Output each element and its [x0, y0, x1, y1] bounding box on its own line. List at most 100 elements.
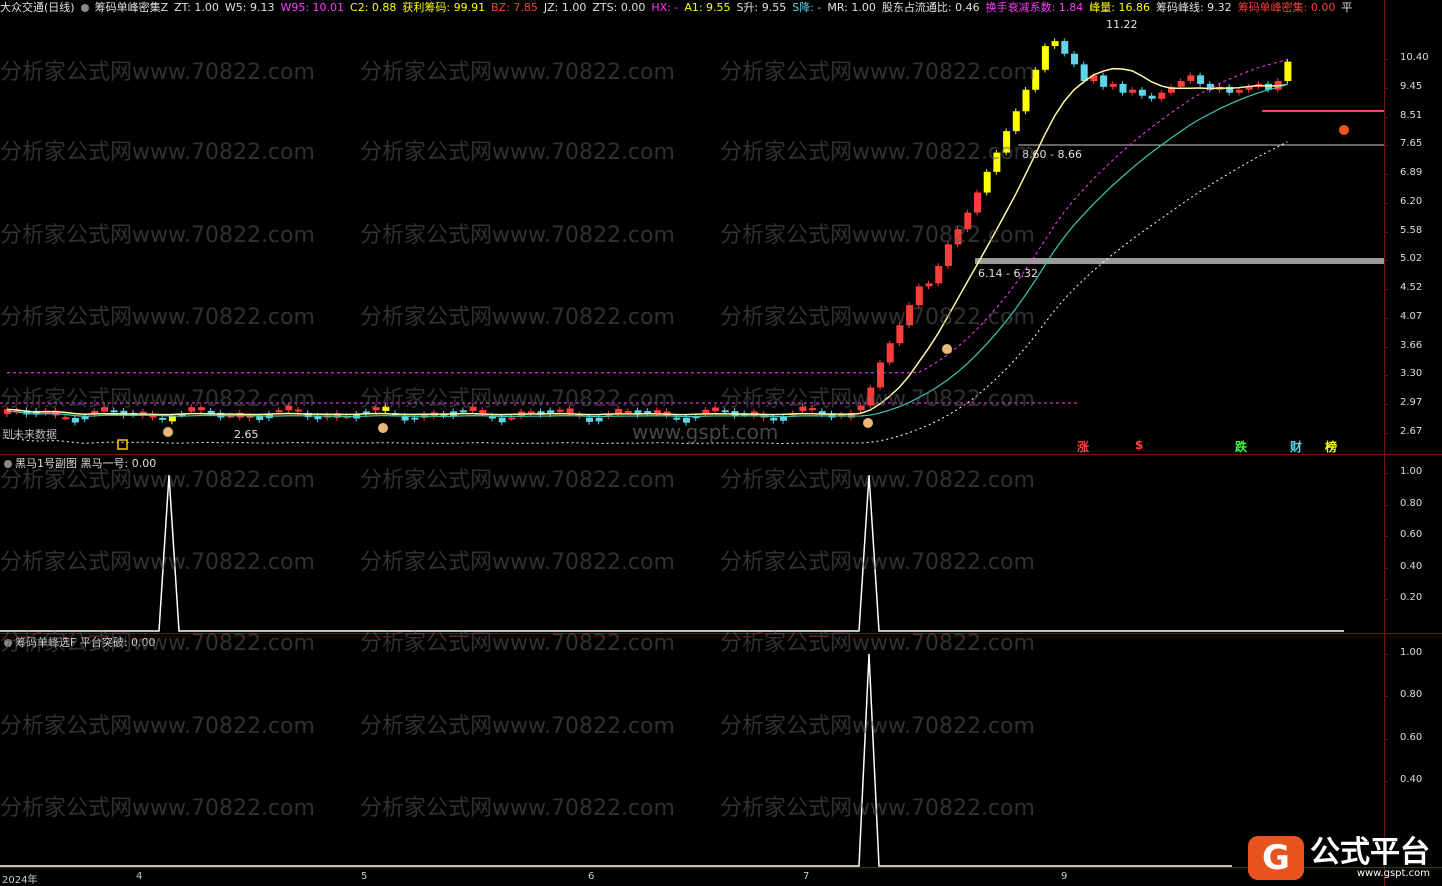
- candle: [964, 212, 972, 230]
- main-axis-tick-3: 7.65: [1400, 138, 1423, 150]
- signal-marker-icon: [378, 423, 388, 433]
- candle: [469, 406, 477, 411]
- time-label-5: 9: [1061, 871, 1068, 882]
- candle: [615, 408, 623, 414]
- main-axis-tick-11: 3.30: [1400, 368, 1423, 380]
- candle: [1197, 75, 1205, 84]
- candle: [295, 409, 302, 412]
- candle: [809, 408, 817, 411]
- sub2-axis-tick-3: 0.40: [1400, 774, 1423, 785]
- candle: [1032, 69, 1040, 90]
- candle: [1100, 75, 1108, 87]
- candle: [974, 192, 981, 213]
- candle: [1041, 46, 1049, 70]
- candle: [71, 417, 79, 423]
- range-mid-band: [975, 258, 1384, 264]
- candlestick-chart[interactable]: [0, 0, 1384, 455]
- lower-band-line: [6, 141, 1288, 445]
- main-axis-tick-2: 8.51: [1400, 109, 1423, 121]
- main-axis-tick-1: 9.45: [1400, 80, 1423, 92]
- candle: [896, 325, 904, 344]
- signal-marker-icon: [863, 418, 873, 428]
- candle: [382, 406, 390, 411]
- low-price-label: 2.65: [234, 428, 259, 441]
- time-label-2: 5: [361, 871, 368, 882]
- candle: [925, 283, 933, 287]
- candle: [1187, 75, 1195, 82]
- candle: [1148, 95, 1156, 99]
- sub2-axis-tick-2: 0.60: [1400, 731, 1423, 743]
- candle: [508, 417, 516, 420]
- ma-line: [6, 67, 1288, 416]
- signal-char-2: 跌: [1235, 440, 1248, 454]
- candle: [62, 417, 70, 420]
- time-label-4: 7: [803, 871, 810, 882]
- candle: [857, 405, 865, 411]
- main-chart-pane[interactable]: 大众交通(日线) 筹码单峰密集Z ZT: 1.00 W5: 9.13 W95: 10.0…: [0, 0, 1384, 455]
- main-axis-tick-0: 10.40: [1400, 52, 1429, 63]
- candle: [1109, 83, 1117, 87]
- candle: [101, 407, 108, 412]
- main-axis-tick-10: 3.66: [1400, 339, 1423, 351]
- range-high-label: 8.60 - 8.66: [1022, 148, 1082, 161]
- sub1-axis-tick-4: 0.20: [1400, 592, 1423, 603]
- candle: [498, 417, 506, 423]
- candle: [1003, 131, 1011, 153]
- candle: [1138, 89, 1146, 96]
- box-marker-icon: [117, 439, 128, 450]
- sub1-axis-tick-0: 1.00: [1400, 466, 1423, 477]
- candle: [702, 409, 710, 414]
- candle: [1129, 89, 1137, 93]
- candle: [586, 417, 593, 422]
- candle: [411, 417, 419, 420]
- no-future-data-label: 到未来数据: [2, 428, 57, 441]
- candle: [983, 171, 991, 193]
- candle: [712, 407, 720, 412]
- sub2-signal-line: [0, 653, 1232, 867]
- candle: [1158, 92, 1166, 99]
- candle: [886, 343, 894, 363]
- time-label-1: 4: [136, 871, 143, 882]
- sub1-axis-tick-3: 0.40: [1400, 560, 1423, 572]
- logo-name: 公式平台: [1310, 834, 1430, 870]
- candle: [159, 417, 167, 420]
- peak-price-label: 11.22: [1106, 18, 1138, 31]
- sub-chart-2[interactable]: 筹码单峰选F 平台突破: 0.00: [0, 634, 1384, 868]
- signal-marker-icon: [1339, 125, 1349, 135]
- gspt-watermark: www.gspt.com: [632, 420, 779, 444]
- sub-chart-1[interactable]: 黑马1号副图 黑马一号: 0.00: [0, 455, 1384, 633]
- candle: [256, 416, 264, 420]
- signal-marker-icon: [163, 427, 173, 437]
- signal-char-0: 涨: [1077, 440, 1090, 454]
- candle: [81, 416, 89, 420]
- main-axis-tick-5: 6.20: [1400, 195, 1423, 207]
- candle: [1071, 53, 1078, 65]
- candle: [1080, 64, 1088, 82]
- candle: [168, 416, 176, 422]
- signal-char-4: 榜: [1325, 440, 1338, 454]
- candle: [556, 409, 564, 412]
- main-axis-tick-13: 2.67: [1400, 426, 1423, 437]
- sub2-axis-tick-1: 0.80: [1400, 689, 1423, 701]
- candle: [1119, 83, 1127, 93]
- candle: [1284, 61, 1292, 82]
- main-axis-tick-9: 4.07: [1400, 310, 1423, 322]
- candle: [993, 152, 1001, 172]
- ma2-line: [6, 83, 1288, 418]
- time-label-3: 6: [588, 871, 595, 882]
- candle: [954, 229, 962, 245]
- main-axis-tick-6: 5.58: [1400, 224, 1423, 236]
- candle: [595, 417, 603, 422]
- logo-g-icon: G: [1248, 836, 1304, 880]
- sub1-axis-tick-1: 0.80: [1400, 497, 1423, 509]
- signal-char-1: $: [1135, 438, 1144, 452]
- candle: [915, 286, 923, 306]
- main-axis-tick-12: 2.97: [1400, 397, 1423, 409]
- candle: [198, 407, 205, 411]
- candle: [1051, 41, 1059, 47]
- main-axis-tick-8: 4.52: [1400, 282, 1423, 294]
- candle: [906, 305, 914, 326]
- candle: [459, 410, 467, 413]
- candle: [110, 410, 118, 413]
- range-mid-label: 6.14 - 6.32: [978, 267, 1038, 280]
